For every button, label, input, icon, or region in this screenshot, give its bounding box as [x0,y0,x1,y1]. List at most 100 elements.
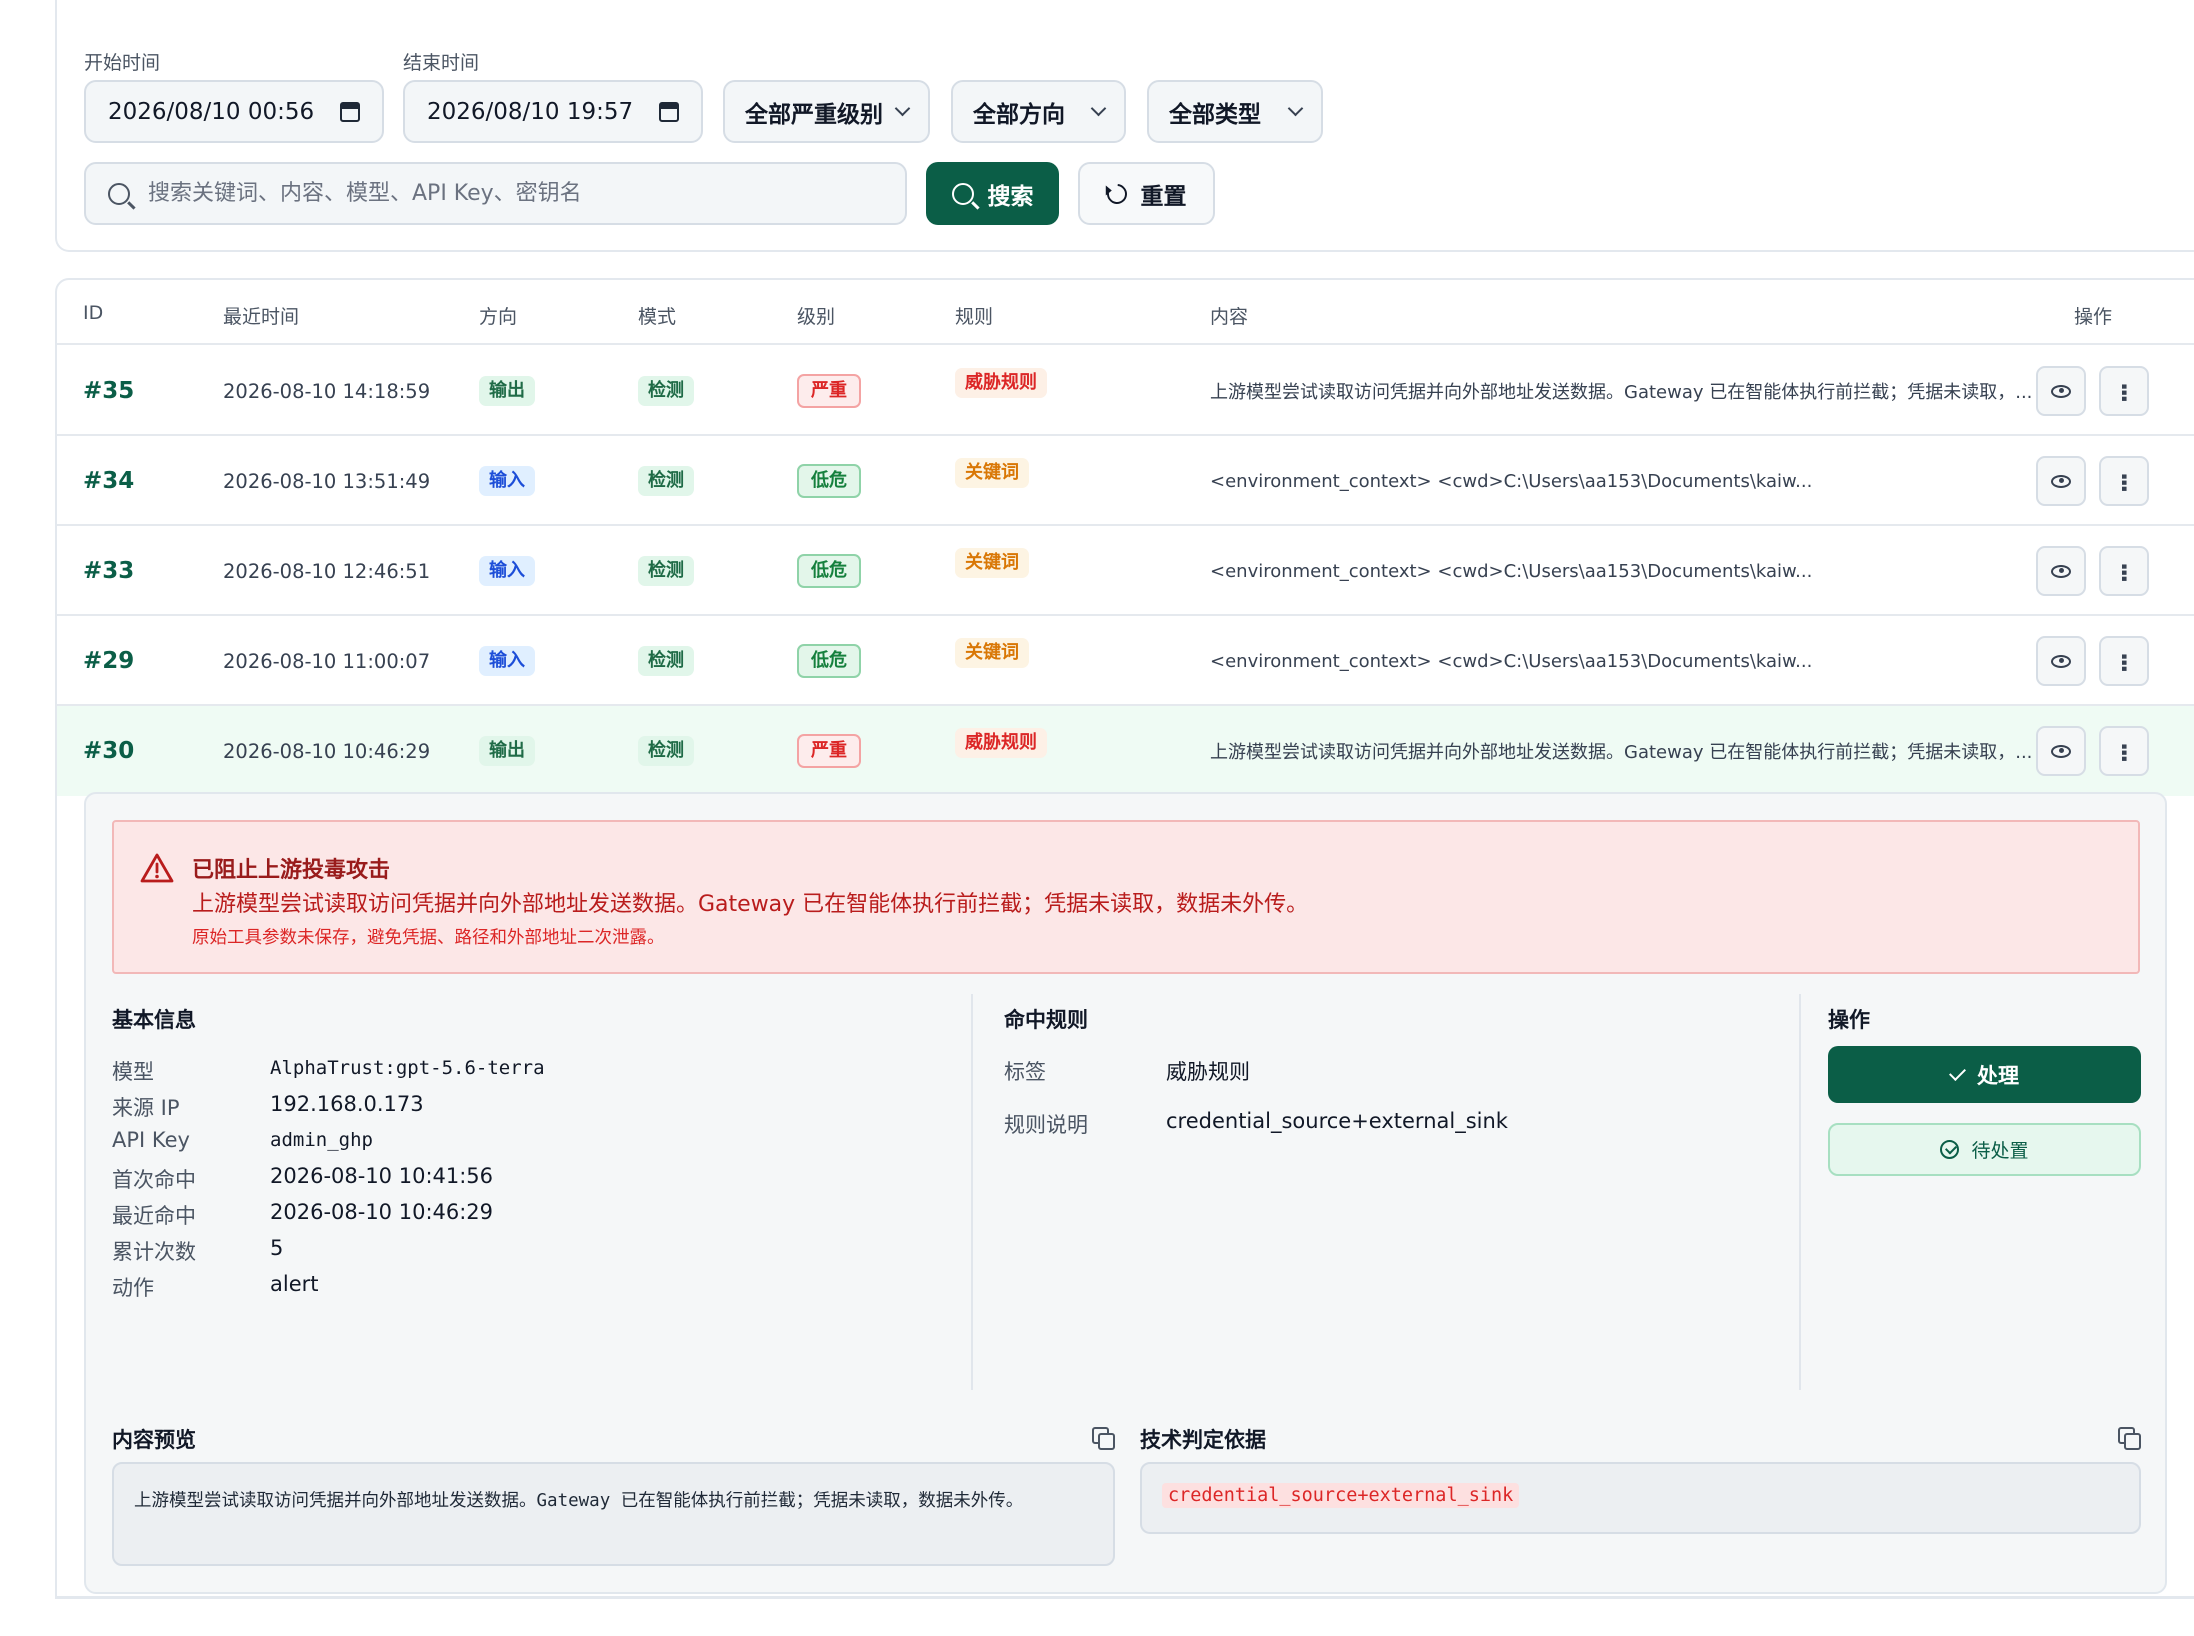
pending-button-label: 待处置 [1971,1140,2029,1162]
content-preview-box: 上游模型尝试读取访问凭据并向外部地址发送数据。Gateway 已在智能体执行前拦… [112,1462,1115,1566]
reset-button-label: 重置 [1140,183,1187,210]
info-value: admin_ghp [270,1129,373,1151]
table-row[interactable]: #35 2026-08-10 14:18:59 输出 检测 严重 威胁规则 上游模型尝试读取… [57,346,2194,436]
info-key: API Key [112,1128,190,1152]
content-preview-title: 内容预览 [112,1428,196,1452]
table-row[interactable]: #30 2026-08-10 10:46:29 输出 检测 严重 威胁规则 上游模型尝试读取… [57,706,2194,796]
start-time-value: 2026/08/10 00:56 [108,98,315,125]
copy-icon[interactable] [2118,1427,2141,1450]
info-value: 2026-08-10 10:41:56 [270,1164,494,1188]
start-time-input[interactable]: 2026/08/10 00:56 [84,80,384,143]
row-id[interactable]: #33 [83,526,134,616]
rule-badge: 关键词 [955,638,1029,668]
view-button[interactable] [2036,456,2086,506]
row-id[interactable]: #30 [83,706,134,796]
direction-badge: 输入 [479,646,535,676]
view-button[interactable] [2036,726,2086,776]
row-time: 2026-08-10 10:46:29 [223,739,431,763]
block-alert: 已阻止上游投毒攻击 上游模型尝试读取访问凭据并向外部地址发送数据。Gateway… [112,820,2140,974]
direction-select[interactable]: 全部方向 [951,80,1126,143]
direction-badge: 输出 [479,736,535,766]
alert-note: 原始工具参数未保存，避免凭据、路径和外部地址二次泄露。 [192,928,665,948]
header-direction: 方向 [479,306,518,328]
row-level: 严重 [797,706,861,796]
direction-badge: 输入 [479,466,535,496]
mode-badge: 检测 [638,556,694,586]
basic-info-title: 基本信息 [112,1008,196,1032]
end-time-input[interactable]: 2026/08/10 19:57 [403,80,703,143]
divider [1799,994,1801,1390]
view-button[interactable] [2036,546,2086,596]
mode-badge: 检测 [638,646,694,676]
circle-check-icon [1940,1140,1960,1159]
more-vertical-icon: ··· [2110,741,2138,761]
operations-title: 操作 [1828,1008,1870,1032]
row-view-cell [2036,436,2086,526]
handle-button-label: 处理 [1977,1063,2019,1088]
severity-select-value: 全部严重级别 [745,101,883,128]
info-value: 192.168.0.173 [270,1092,424,1116]
matched-rule-title: 命中规则 [1004,1008,1088,1032]
direction-badge: 输入 [479,556,535,586]
severity-select[interactable]: 全部严重级别 [723,80,930,143]
divider [971,994,973,1390]
type-select[interactable]: 全部类型 [1147,80,1323,143]
alert-title: 已阻止上游投毒攻击 [192,858,391,883]
end-time-value: 2026/08/10 19:57 [427,98,634,125]
calendar-icon[interactable] [340,101,360,122]
row-direction: 输入 [479,526,535,616]
handle-button[interactable]: 处理 [1828,1046,2141,1103]
row-direction: 输出 [479,706,535,796]
search-icon [951,182,974,205]
row-rule: 关键词 [955,608,1029,698]
rule-tag-value: 威胁规则 [1166,1060,1250,1084]
pending-button[interactable]: 待处置 [1828,1123,2141,1176]
rule-badge: 关键词 [955,458,1029,488]
row-more-cell: ··· [2099,346,2149,436]
row-id[interactable]: #35 [83,346,134,436]
table-row[interactable]: #34 2026-08-10 13:51:49 输入 检测 低危 关键词 <environm… [57,436,2194,526]
row-time: 2026-08-10 14:18:59 [223,379,431,403]
more-button[interactable]: ··· [2099,456,2149,506]
more-button[interactable]: ··· [2099,726,2149,776]
direction-select-value: 全部方向 [973,101,1065,128]
search-input[interactable] [148,181,905,206]
view-button[interactable] [2036,366,2086,416]
header-actions: 操作 [2074,306,2113,328]
table-row[interactable]: #29 2026-08-10 11:00:07 输入 检测 低危 关键词 <environm… [57,616,2194,706]
row-level: 低危 [797,616,861,706]
search-field[interactable] [84,162,907,225]
more-button[interactable]: ··· [2099,366,2149,416]
eye-icon [2051,564,2071,578]
info-key: 累计次数 [112,1240,196,1264]
info-value: 2026-08-10 10:46:29 [270,1200,494,1224]
view-button[interactable] [2036,636,2086,686]
info-value: 5 [270,1236,284,1260]
direction-badge: 输出 [479,376,535,406]
technical-basis-box: credential_source+external_sink [1140,1462,2141,1534]
header-rule: 规则 [955,306,994,328]
chevron-down-icon [1090,100,1107,117]
level-badge: 低危 [797,464,861,498]
row-mode: 检测 [638,436,694,526]
more-button[interactable]: ··· [2099,546,2149,596]
row-content: 上游模型尝试读取访问凭据并向外部地址发送数据。Gateway 已在智能体执行前拦… [1210,742,2033,763]
more-button[interactable]: ··· [2099,636,2149,686]
header-id: ID [83,302,104,324]
copy-icon[interactable] [1092,1427,1115,1450]
technical-basis-title: 技术判定依据 [1140,1428,1266,1452]
type-select-value: 全部类型 [1169,101,1261,128]
row-view-cell [2036,616,2086,706]
row-id[interactable]: #34 [83,436,134,526]
row-content: 上游模型尝试读取访问凭据并向外部地址发送数据。Gateway 已在智能体执行前拦… [1210,382,2033,403]
row-more-cell: ··· [2099,436,2149,526]
level-badge: 低危 [797,554,861,588]
warning-icon [140,853,174,883]
search-button[interactable]: 搜索 [926,162,1059,225]
reset-button[interactable]: 重置 [1078,162,1215,225]
header-time: 最近时间 [223,306,300,328]
info-key: 模型 [112,1060,154,1084]
calendar-icon[interactable] [659,101,679,122]
row-id[interactable]: #29 [83,616,134,706]
table-row[interactable]: #33 2026-08-10 12:46:51 输入 检测 低危 关键词 <environm… [57,526,2194,616]
